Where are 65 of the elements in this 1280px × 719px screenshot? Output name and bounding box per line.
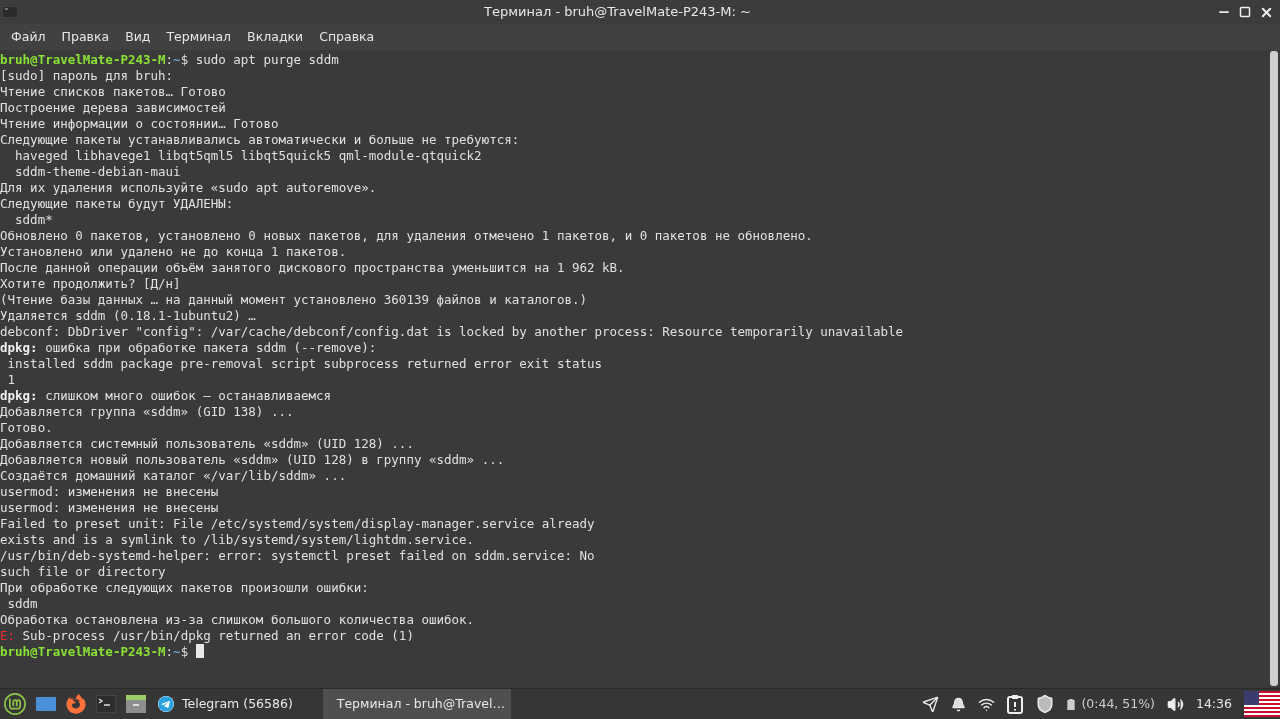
menu-item[interactable]: Правка <box>53 27 118 47</box>
task-button[interactable]: Telegram (56586) <box>152 689 299 719</box>
clock[interactable]: 14:36 <box>1195 694 1232 714</box>
terminal-line: dpkg: слишком много ошибок — останавливаемся <box>0 388 332 404</box>
terminal-line: installed sddm package pre-removal script subprocess returned error exit status <box>6 356 603 372</box>
terminal-line: sddm-theme-debian-maui <box>14 164 181 180</box>
volume-icon[interactable] <box>1166 695 1184 713</box>
terminal-line: Добавляется группа «sddm» (GID 138) ... <box>0 404 294 420</box>
terminal-line: sddm* <box>14 212 53 228</box>
terminal-line: [sudo] пароль для bruh: <box>0 68 174 84</box>
terminal-line: Хотите продолжить? [Д/н] <box>0 276 181 292</box>
terminal-line: Удаляется sddm (0.18.1-1ubuntu2) … <box>0 308 256 324</box>
terminal-line: dpkg: ошибка при обработке пакета sddm (--remove): <box>0 340 377 356</box>
maximize-icon <box>1239 6 1251 18</box>
terminal-line: Создаётся домашний каталог «/var/lib/sddm» ... <box>0 468 347 484</box>
terminal-line: Failed to preset unit: File /etc/systemd/system/display-manager.service already <box>0 516 595 532</box>
terminal-line: bruh@TravelMate-P243-M:~$ <box>0 644 204 660</box>
browser-icon[interactable] <box>66 694 86 714</box>
terminal-line: Чтение списков пакетов… Готово <box>0 84 226 100</box>
terminal-line: usermod: изменения не внесены <box>0 484 219 500</box>
terminal-line: 1 <box>6 372 16 388</box>
terminal-line: Установлено или удалено не до конца 1 пакетов. <box>0 244 347 260</box>
terminal-line: haveged libhavege1 libqt5qml5 libqt5quick5 qml-module-qtquick2 <box>14 148 482 164</box>
terminal-line: Обновлено 0 пакетов, установлено 0 новых пакетов, для удаления отмечено 1 пакетов, и 0 пакетов не обновлено. <box>0 228 813 244</box>
menu-item[interactable]: Справка <box>311 27 383 47</box>
menu-item[interactable]: Вид <box>117 27 159 47</box>
terminal-line: exists and is a symlink to /lib/systemd/system/lightdm.service. <box>0 532 475 548</box>
terminal-line: Чтение информации о состоянии… Готово <box>0 116 279 132</box>
terminal-line: Следующие пакеты устанавливались автоматически и больше не требуются: <box>0 132 520 148</box>
paper-plane-icon <box>158 696 174 712</box>
desktop-icon[interactable] <box>36 696 56 712</box>
terminal-line: Построение дерева зависимостей <box>0 100 226 116</box>
terminal-line: such file or directory <box>0 564 166 580</box>
terminal-line: bruh@TravelMate-P243-M:~$ sudo apt purge sddm <box>0 52 339 68</box>
mint-menu-icon[interactable] <box>4 693 26 715</box>
text-cursor <box>195 644 204 658</box>
flag-icon[interactable] <box>1244 691 1280 717</box>
menu-item[interactable]: Файл <box>3 27 54 47</box>
maximize-button[interactable] <box>1239 6 1251 18</box>
battery-status: (0:44, 51%) <box>1081 694 1155 713</box>
terminal-line: После данной операции объём занятого дискового пространства уменьшится на 1 962 kB. <box>0 260 625 276</box>
clipboard-alert-icon[interactable] <box>1007 694 1024 714</box>
terminal-icon[interactable] <box>96 695 116 713</box>
menu-item[interactable]: Вкладки <box>239 27 312 47</box>
notification-bell-icon[interactable] <box>951 696 967 712</box>
terminal-line: E: Sub-process /usr/bin/dpkg returned an error code (1) <box>0 628 414 644</box>
terminal-line: Готово. <box>0 420 53 436</box>
terminal-line: При обработке следующих пакетов произошли ошибки: <box>0 580 369 596</box>
terminal-line: (Чтение базы данных … на данный момент установлено 360139 файлов и каталогов.) <box>0 292 587 308</box>
terminal-line: usermod: изменения не внесены <box>0 500 219 516</box>
terminal-line: Добавляется системный пользователь «sddm» (UID 128) ... <box>0 436 414 452</box>
terminal-line: Следующие пакеты будут УДАЛЕНЫ: <box>0 196 234 212</box>
menu-item[interactable]: Терминал <box>158 27 240 47</box>
terminal-line: Обработка остановлена из-за слишком большого количества ошибок. <box>0 612 475 628</box>
terminal-icon <box>2 6 18 18</box>
window-title: Терминал - bruh@TravelMate-P243-M: ~ <box>483 3 752 22</box>
terminal-line: Добавляется новый пользователь «sddm» (UID 128) в группу «sddm» ... <box>0 452 505 468</box>
paper-plane-icon[interactable] <box>922 695 940 713</box>
terminal-line: Для их удаления используйте «sudo apt autoremove». <box>0 180 377 196</box>
shield-icon[interactable] <box>1035 694 1056 714</box>
terminal-line: sddm <box>6 596 38 612</box>
task-button[interactable]: Терминал - bruh@Travel… <box>322 689 511 719</box>
terminal-line: debconf: DbDriver "config": /var/cache/debconf/config.dat is locked by another process: Resource temporarily unavailable <box>0 324 904 340</box>
battery-icon[interactable] <box>1067 698 1076 710</box>
terminal-line: /usr/bin/deb-systemd-helper: error: systemctl preset failed on sddm.service: No <box>0 548 595 564</box>
